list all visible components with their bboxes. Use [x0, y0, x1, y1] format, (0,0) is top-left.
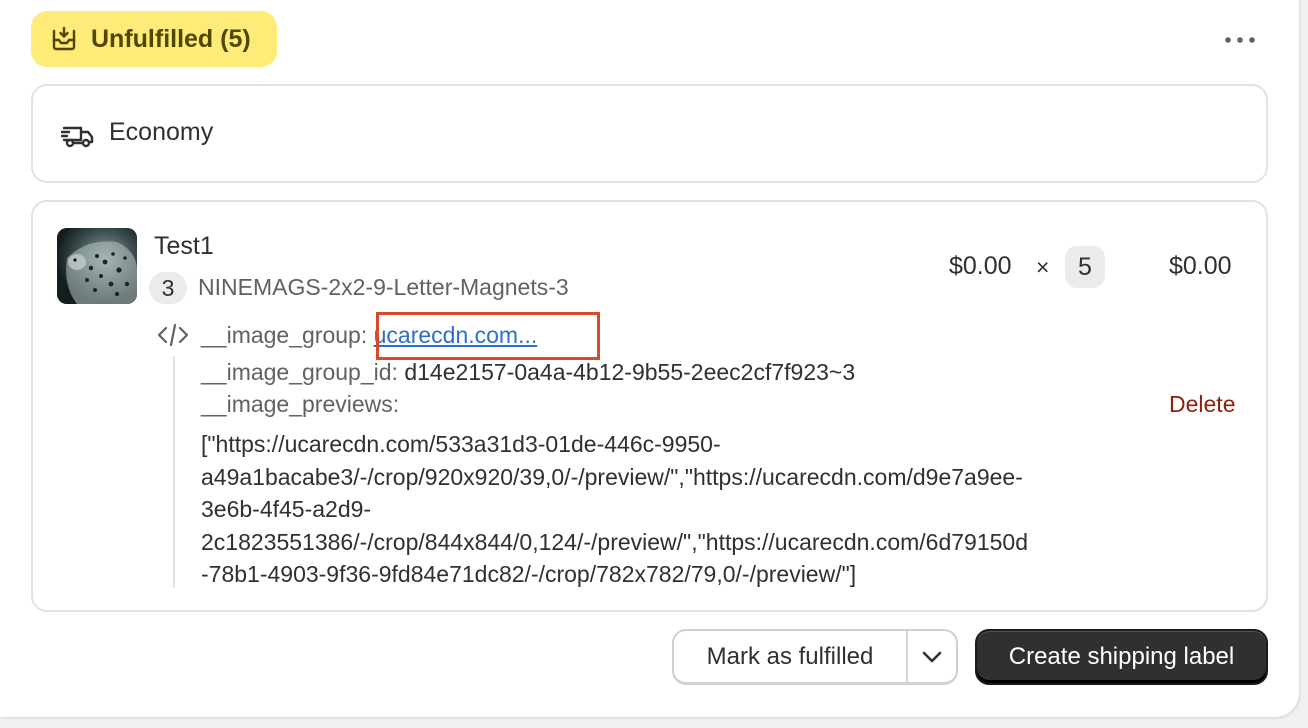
create-shipping-label-button[interactable]: Create shipping label: [975, 629, 1268, 685]
property-key: __image_group_id:: [201, 359, 398, 385]
product-thumbnail[interactable]: [57, 228, 137, 304]
highlight-box: [376, 312, 600, 360]
delivery-method-box: Economy: [31, 84, 1268, 183]
ellipsis-icon: [1225, 37, 1255, 43]
code-icon: [157, 322, 189, 348]
property-image-previews: __image_previews:: [201, 391, 399, 418]
delivery-method-label: Economy: [109, 118, 214, 146]
properties-divider: [173, 356, 175, 588]
quantity-value: 5: [1065, 246, 1105, 288]
product-sku: NINEMAGS-2x2-9-Letter-Magnets-3: [198, 274, 569, 300]
unit-price: $0.00: [949, 252, 1012, 280]
preview-line: -78b1-4903-9f36-9fd84e71dc82/-/crop/782x…: [201, 561, 857, 587]
property-key: __image_previews:: [201, 391, 400, 417]
preview-line: 2c1823551386/-/crop/844x844/0,124/-/prev…: [201, 528, 1028, 555]
property-image-group-id: __image_group_id: d14e2157-0a4a-4b12-9b5…: [201, 359, 855, 386]
property-key: __image_group:: [201, 322, 368, 348]
mark-as-fulfilled-button[interactable]: Mark as fulfilled: [674, 631, 908, 682]
truck-icon: [60, 118, 95, 152]
more-actions-button[interactable]: [1216, 24, 1264, 56]
line-item-box: Test1 3 NINEMAGS-2x2-9-Letter-Magnets-3 …: [31, 200, 1268, 612]
status-badge: Unfulfilled (5): [31, 11, 277, 67]
fulfill-options-button[interactable]: [908, 631, 956, 682]
multiply-sign: ×: [1036, 254, 1050, 280]
line-total: $0.00: [1169, 252, 1232, 280]
unfulfilled-box-icon: [49, 24, 79, 54]
property-value: d14e2157-0a4a-4b12-9b55-2eec2cf7f923~3: [404, 359, 856, 385]
preview-line: 3e6b-4f45-a2d9-: [201, 496, 372, 522]
status-label: Unfulfilled (5): [91, 24, 251, 53]
mark-fulfilled-group: Mark as fulfilled: [672, 629, 958, 685]
chevron-down-icon: [922, 651, 942, 662]
quantity-badge: 3: [149, 272, 187, 304]
preview-line: ["https://ucarecdn.com/533a31d3-01de-446…: [201, 431, 721, 457]
preview-line: a49a1bacabe3/-/crop/920x920/39,0/-/previ…: [201, 463, 1023, 490]
product-title[interactable]: Test1: [154, 232, 214, 261]
delete-button[interactable]: Delete: [1169, 391, 1235, 418]
image-previews-value: ["https://ucarecdn.com/533a31d3-01de-446…: [201, 428, 1161, 591]
